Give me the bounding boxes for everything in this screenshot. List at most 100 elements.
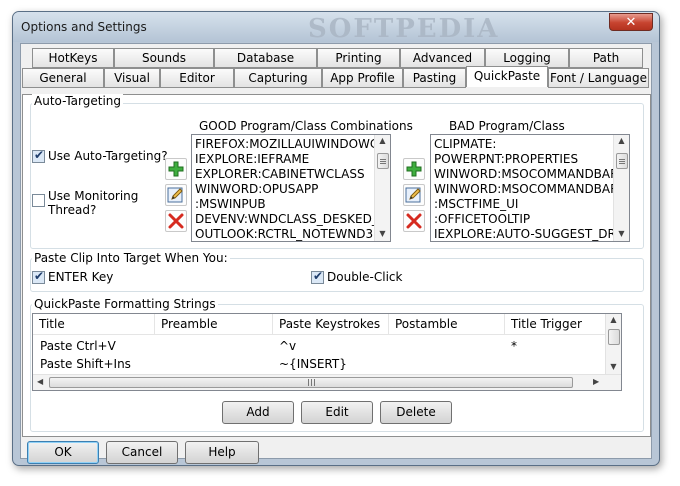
tab-label: App Profile	[330, 71, 395, 85]
scroll-left-icon[interactable]: ◀	[37, 377, 43, 386]
delete-button[interactable]: Delete	[380, 401, 452, 424]
list-item[interactable]: IEXPLORE:IEFRAME	[195, 152, 309, 166]
bad-combinations-list[interactable]: CLIPMATE: POWERPNT:PROPERTIES WINWORD:MS…	[430, 134, 630, 242]
cell-keystrokes: ~{INSERT}	[279, 357, 347, 371]
scroll-thumb[interactable]	[616, 153, 628, 169]
list-item[interactable]: WINWORD:MSOCOMMANDBARSHADOW	[434, 182, 629, 196]
close-icon: ✕	[625, 15, 637, 30]
enter-key-checkbox[interactable]: ✔	[32, 269, 45, 284]
good-list-scrollbar[interactable]: ▲ ▼	[374, 135, 390, 241]
tab-printing[interactable]: Printing	[317, 48, 400, 68]
edit-bad-button[interactable]	[403, 184, 425, 206]
red-x-icon	[168, 213, 184, 229]
scroll-up-icon[interactable]: ▲	[375, 136, 390, 145]
scroll-down-icon[interactable]: ▼	[614, 229, 629, 238]
scroll-thumb[interactable]	[49, 377, 573, 388]
list-item[interactable]: POWERPNT:PROPERTIES	[434, 152, 578, 166]
list-item[interactable]: EXPLORER:CABINETWCLASS	[195, 167, 365, 181]
table-hscrollbar[interactable]: ◀ ▶	[33, 374, 621, 390]
window-title: Options and Settings	[21, 20, 147, 34]
tab-font-language[interactable]: Font / Language	[548, 68, 649, 88]
scroll-thumb[interactable]	[377, 153, 389, 169]
tab-visual[interactable]: Visual	[104, 68, 160, 88]
tab-label: Logging	[503, 51, 551, 65]
checkmark-icon: ✔	[34, 269, 45, 283]
use-auto-targeting-label: Use Auto-Targeting?	[48, 149, 168, 163]
bad-list-scrollbar[interactable]: ▲ ▼	[613, 135, 629, 241]
column-paste-keystrokes[interactable]: Paste Keystrokes	[273, 314, 389, 335]
list-item[interactable]: :MSCTFIME_UI	[434, 197, 518, 211]
double-click-label: Double-Click	[327, 270, 403, 284]
good-combinations-list[interactable]: FIREFOX:MOZILLAUIWINDOWCLASS IEXPLORE:IE…	[191, 134, 391, 242]
title-bar[interactable]: Options and Settings SOFTPEDIA ✕	[13, 12, 659, 44]
list-item[interactable]: :MSWINPUB	[195, 197, 266, 211]
list-item[interactable]: OUTLOOK:RCTRL_NOTEWND32	[195, 227, 381, 241]
help-button[interactable]: Help	[185, 441, 259, 464]
table-vscrollbar[interactable]: ▲ ▼	[605, 314, 621, 374]
tab-quickpaste[interactable]: QuickPaste	[466, 66, 548, 87]
add-bad-button[interactable]	[403, 158, 425, 180]
use-auto-targeting-checkbox[interactable]: ✔	[32, 148, 45, 163]
table-row[interactable]: Paste Ctrl+V ^v *	[33, 335, 605, 355]
double-click-checkbox[interactable]: ✔	[311, 269, 324, 284]
cell-title: Paste Shift+Ins	[40, 357, 131, 371]
checkmark-icon: ✔	[313, 269, 324, 283]
scroll-right-icon[interactable]: ▶	[593, 377, 599, 386]
edit-button[interactable]: Edit	[301, 401, 373, 424]
tab-path[interactable]: Path	[569, 48, 643, 68]
tab-app-profile[interactable]: App Profile	[322, 68, 403, 88]
tab-general[interactable]: General	[22, 68, 104, 88]
list-item[interactable]: CLIPMATE:	[434, 137, 496, 151]
auto-targeting-label: Auto-Targeting	[32, 94, 123, 108]
list-item[interactable]: WINWORD:OPUSAPP	[195, 182, 318, 196]
tab-label: Visual	[114, 71, 150, 85]
tab-sounds[interactable]: Sounds	[114, 48, 214, 68]
use-monitoring-label-line1: Use Monitoring	[48, 189, 139, 203]
add-button[interactable]: Add	[222, 401, 294, 424]
tab-editor[interactable]: Editor	[160, 68, 234, 88]
scroll-up-icon[interactable]: ▲	[614, 136, 629, 145]
list-item[interactable]: FIREFOX:MOZILLAUIWINDOWCLASS	[195, 137, 390, 151]
tab-capturing[interactable]: Capturing	[234, 68, 322, 88]
tab-label: HotKeys	[48, 51, 98, 65]
dialog-client: HotKeys Sounds Database Printing Advance…	[20, 43, 652, 464]
list-item[interactable]: IEXPLORE:AUTO-SUGGEST_DROPDOWN	[434, 227, 629, 241]
edit-good-button[interactable]	[165, 184, 187, 206]
tab-label: Path	[592, 51, 620, 65]
table-header: Title Preamble Paste Keystrokes Postambl…	[33, 314, 605, 335]
tab-logging[interactable]: Logging	[485, 48, 569, 68]
use-monitoring-label-line2: Thread?	[48, 203, 97, 217]
list-item[interactable]: :OFFICETOOLTIP	[434, 212, 530, 226]
tab-label: Capturing	[248, 71, 308, 85]
column-preamble[interactable]: Preamble	[155, 314, 273, 335]
red-x-icon	[406, 213, 422, 229]
delete-bad-button[interactable]	[403, 210, 425, 232]
close-button[interactable]: ✕	[609, 13, 653, 31]
delete-good-button[interactable]	[165, 210, 187, 232]
plus-icon	[406, 161, 422, 177]
scroll-thumb[interactable]	[608, 329, 620, 345]
formatting-table[interactable]: Title Preamble Paste Keystrokes Postambl…	[32, 313, 622, 391]
list-item[interactable]: DEVENV:WNDCLASS_DESKED_GSK	[195, 212, 390, 226]
watermark: SOFTPEDIA	[308, 14, 500, 44]
use-monitoring-thread-checkbox[interactable]	[32, 194, 45, 207]
column-title[interactable]: Title	[33, 314, 155, 335]
table-row[interactable]: Paste Shift+Ins ~{INSERT}	[33, 355, 605, 375]
column-postamble[interactable]: Postamble	[389, 314, 505, 335]
scroll-down-icon[interactable]: ▼	[606, 362, 621, 371]
good-list-header: GOOD Program/Class Combinations	[199, 119, 413, 133]
add-good-button[interactable]	[165, 158, 187, 180]
cancel-button[interactable]: Cancel	[106, 441, 178, 464]
tab-advanced[interactable]: Advanced	[400, 48, 485, 68]
tab-label: Pasting	[412, 71, 457, 85]
ok-button[interactable]: OK	[27, 441, 99, 464]
scroll-up-icon[interactable]: ▲	[606, 315, 621, 324]
tab-database[interactable]: Database	[214, 48, 317, 68]
tab-label: Printing	[335, 51, 382, 65]
list-item[interactable]: WINWORD:MSOCOMMANDBARPOPUP	[434, 167, 629, 181]
tab-label: Advanced	[412, 51, 473, 65]
column-title-trigger[interactable]: Title Trigger	[505, 314, 605, 335]
tab-hotkeys[interactable]: HotKeys	[32, 48, 114, 68]
scroll-down-icon[interactable]: ▼	[375, 229, 390, 238]
tab-pasting[interactable]: Pasting	[403, 68, 466, 88]
